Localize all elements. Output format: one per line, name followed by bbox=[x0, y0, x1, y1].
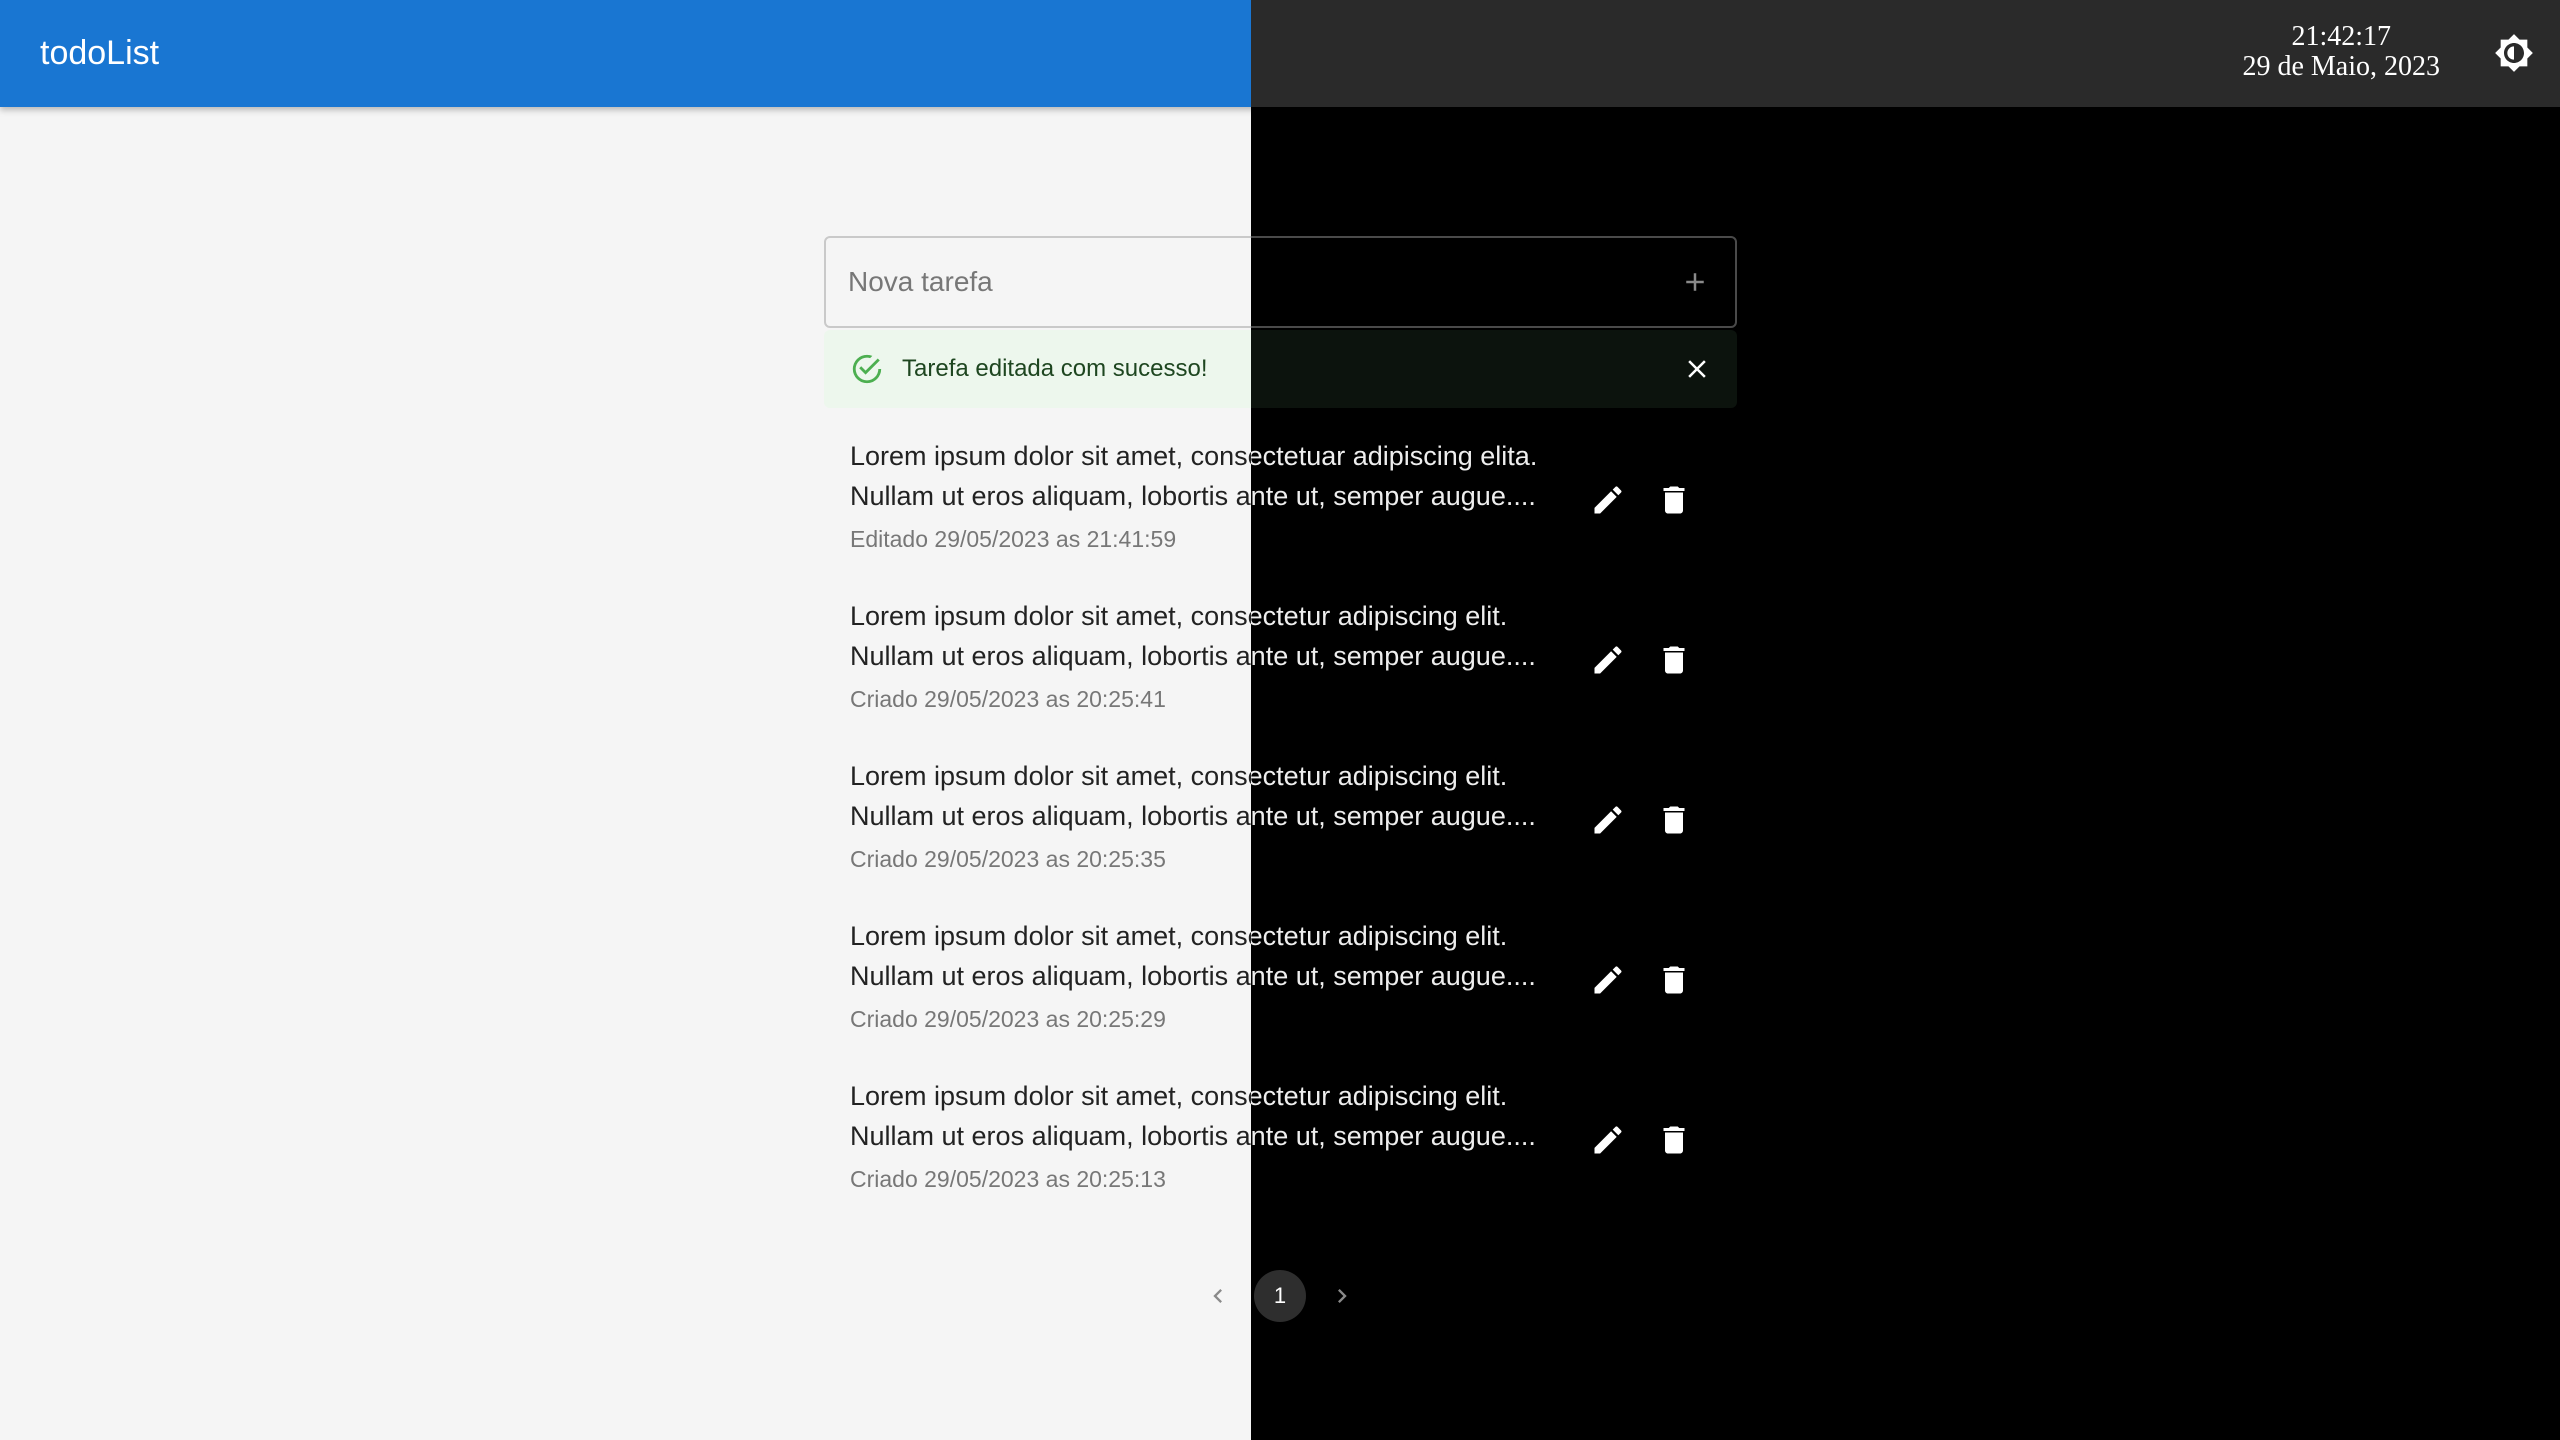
delete-task-button[interactable] bbox=[1652, 1118, 1696, 1162]
prev-page-button[interactable] bbox=[1192, 1270, 1244, 1322]
close-icon bbox=[1688, 360, 1706, 378]
task-timestamp: Criado 29/05/2023 as 20:25:41 bbox=[850, 686, 1166, 712]
edit-task-button[interactable] bbox=[1586, 1118, 1630, 1162]
page-number-button[interactable]: 1 bbox=[1254, 1270, 1306, 1322]
pencil-icon bbox=[1594, 1126, 1622, 1154]
task-actions bbox=[1586, 638, 1696, 682]
clock-date: 29 de Maio, 2023 bbox=[2242, 51, 2440, 82]
alert-message: Tarefa editada com sucesso! bbox=[902, 355, 1208, 382]
check-circle-icon bbox=[852, 354, 882, 384]
plus-icon bbox=[1686, 273, 1704, 291]
edit-task-button[interactable] bbox=[1586, 798, 1630, 842]
edit-task-button[interactable] bbox=[1586, 638, 1630, 682]
pencil-icon bbox=[1594, 806, 1622, 834]
task-actions bbox=[1586, 478, 1696, 522]
task-timestamp: Editado 29/05/2023 as 21:41:59 bbox=[850, 526, 1177, 552]
clock: 21:42:17 29 de Maio, 2023 bbox=[2242, 22, 2440, 82]
pencil-icon bbox=[1594, 966, 1622, 994]
trash-icon bbox=[1663, 966, 1685, 994]
chevron-right-icon bbox=[1338, 1289, 1347, 1303]
next-page-button[interactable] bbox=[1316, 1270, 1368, 1322]
task-timestamp: Criado 29/05/2023 as 20:25:29 bbox=[850, 1006, 1166, 1032]
delete-task-button[interactable] bbox=[1652, 638, 1696, 682]
delete-task-button[interactable] bbox=[1652, 958, 1696, 1002]
task-actions bbox=[1586, 958, 1696, 1002]
clock-time: 21:42:17 bbox=[2291, 21, 2392, 52]
task-actions bbox=[1586, 1118, 1696, 1162]
brightness-icon bbox=[2495, 34, 2533, 72]
delete-task-button[interactable] bbox=[1652, 478, 1696, 522]
task-timestamp: Criado 29/05/2023 as 20:25:13 bbox=[850, 1166, 1166, 1192]
edit-task-button[interactable] bbox=[1586, 958, 1630, 1002]
app-root: todoList 21:42:17 29 de Maio, 2023 Taref… bbox=[0, 0, 2560, 1440]
alert-close-button[interactable] bbox=[1679, 351, 1715, 387]
trash-icon bbox=[1663, 806, 1685, 834]
add-task-button[interactable] bbox=[1655, 238, 1735, 326]
delete-task-button[interactable] bbox=[1652, 798, 1696, 842]
theme-toggle-button[interactable] bbox=[2488, 27, 2540, 79]
trash-icon bbox=[1663, 646, 1685, 674]
pencil-icon bbox=[1594, 486, 1622, 514]
pencil-icon bbox=[1594, 646, 1622, 674]
chevron-left-icon bbox=[1213, 1289, 1222, 1303]
trash-icon bbox=[1663, 1126, 1685, 1154]
app-title: todoList bbox=[40, 34, 160, 72]
task-timestamp: Criado 29/05/2023 as 20:25:35 bbox=[850, 846, 1166, 872]
edit-task-button[interactable] bbox=[1586, 478, 1630, 522]
task-actions bbox=[1586, 798, 1696, 842]
trash-icon bbox=[1663, 486, 1685, 514]
